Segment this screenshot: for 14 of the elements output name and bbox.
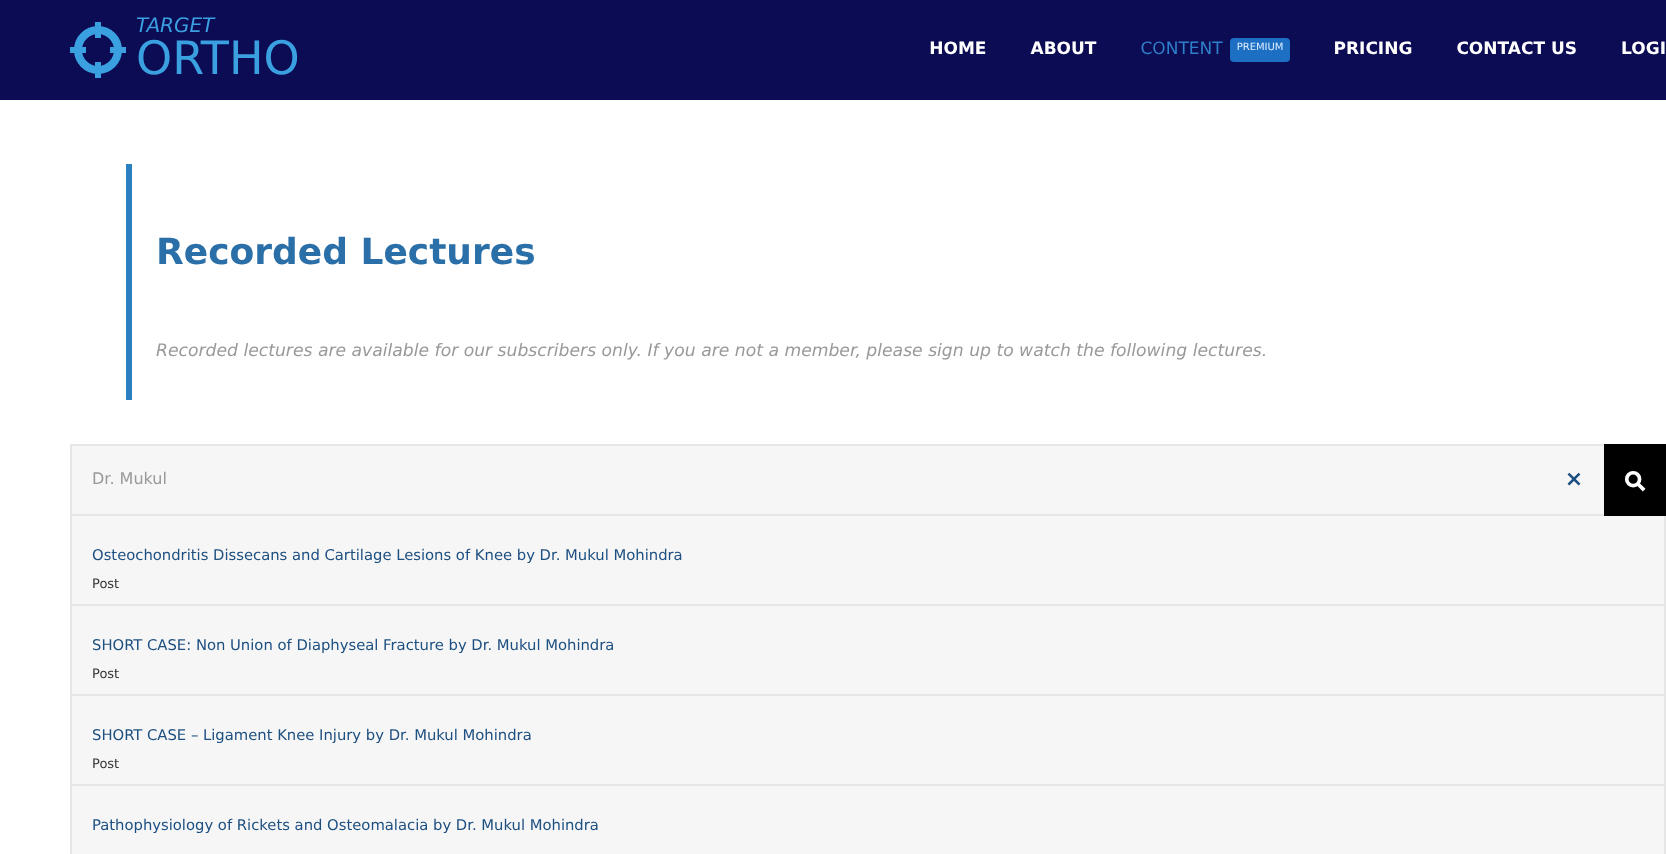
search-button[interactable] — [1604, 444, 1666, 517]
nav-link[interactable]: ABOUT — [1030, 37, 1097, 63]
page-heading: Recorded Lectures — [156, 232, 538, 276]
nav-link[interactable]: CONTACT US — [1456, 37, 1578, 63]
nav-link[interactable]: HOME — [929, 37, 987, 63]
nav-link[interactable]: LOGI — [1621, 37, 1666, 63]
logo-wordmark: ORTHO — [136, 37, 300, 83]
clear-button[interactable]: × — [1544, 444, 1604, 517]
search-icon — [1624, 469, 1646, 492]
crosshair-logo-icon — [68, 20, 128, 80]
nav-link[interactable]: CONTENT — [1140, 37, 1223, 63]
nav-link[interactable]: PRICING — [1333, 37, 1413, 63]
logo-tagline: TARGET — [136, 17, 218, 37]
intro-text: Recorded lectures are available for our subscribers only. If you are not a member, please sign up to watch the following lectures. — [156, 339, 1270, 365]
